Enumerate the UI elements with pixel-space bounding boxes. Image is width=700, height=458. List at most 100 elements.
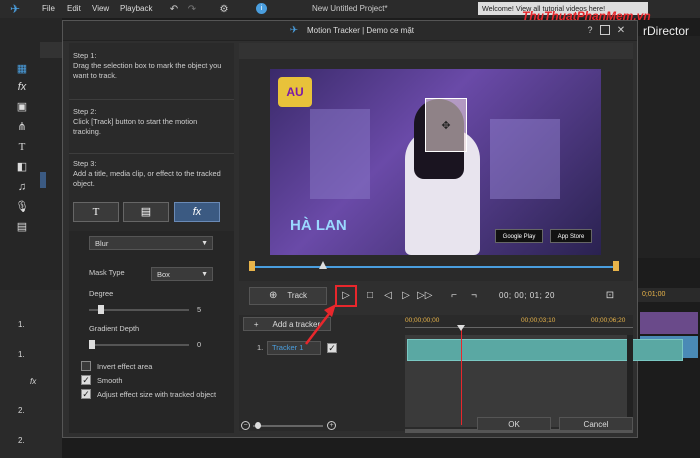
degree-slider[interactable]: [89, 305, 189, 315]
add-media-button[interactable]: ▤: [123, 202, 169, 222]
ruler-mark: 00;00;03;10: [521, 317, 556, 324]
step-heading: Step 1:: [73, 51, 97, 60]
zoom-out-icon[interactable]: −: [241, 421, 250, 430]
dialog-title-bar: ✈ Motion Tracker | Demo ce mặt ? ✕: [63, 21, 637, 41]
mask-type-dropdown[interactable]: Box ▼: [151, 267, 213, 281]
playhead-handle[interactable]: [457, 325, 465, 331]
move-crosshair-icon[interactable]: ✥: [440, 119, 452, 132]
previous-frame-button[interactable]: ◁: [381, 289, 395, 303]
fast-forward-button[interactable]: ▷▷: [417, 289, 432, 303]
slider-thumb[interactable]: [89, 340, 95, 349]
step-text: Drag the selection box to mark the objec…: [73, 61, 222, 80]
range-end-marker[interactable]: [613, 261, 619, 271]
video-clip-thumbnail[interactable]: [640, 312, 698, 334]
tracking-selection-box[interactable]: ✥: [425, 98, 467, 152]
menu-playback[interactable]: Playback: [120, 4, 152, 13]
mark-out-button[interactable]: ¬: [467, 289, 481, 303]
ok-button[interactable]: OK: [477, 417, 551, 431]
zoom-in-icon[interactable]: +: [327, 421, 336, 430]
step-text: Add a title, media clip, or effect to th…: [73, 169, 221, 188]
zoom-slider-thumb[interactable]: [255, 422, 261, 429]
ruler-mark: 0;01;00: [642, 291, 666, 298]
invert-effect-option[interactable]: Invert effect area: [81, 361, 231, 373]
range-start-marker[interactable]: [249, 261, 255, 271]
degree-label: Degree: [89, 289, 114, 298]
google-play-badge: Google Play: [495, 229, 543, 243]
mask-type-label: Mask Type: [89, 268, 125, 277]
scrubber-track: [249, 266, 619, 268]
invert-effect-label: Invert effect area: [97, 362, 153, 371]
help-icon[interactable]: ?: [585, 25, 595, 35]
timeline-ruler: 00;00;00;00 00;00;03;10 00;00;06;20: [405, 317, 633, 333]
menu-file[interactable]: File: [42, 4, 55, 13]
app-logo-icon: ✈: [9, 2, 21, 16]
smooth-option[interactable]: ✓ Smooth: [81, 375, 231, 387]
ruler-baseline: [405, 327, 633, 328]
title-room-icon[interactable]: T: [14, 140, 30, 154]
timeline-vertical-scrollbar[interactable]: [627, 335, 633, 427]
preview-scrubber[interactable]: [249, 261, 619, 273]
slider-thumb[interactable]: [98, 305, 104, 314]
project-title: New Untitled Project*: [312, 4, 388, 13]
track-headers: 1. 1. fx 2. 2.: [0, 290, 62, 458]
adjust-size-option[interactable]: ✓ Adjust effect size with tracked object: [81, 389, 233, 401]
effect-dropdown-value: Blur: [95, 239, 109, 248]
right-panel: [638, 36, 700, 258]
invert-effect-checkbox[interactable]: [81, 361, 91, 371]
smooth-label: Smooth: [97, 376, 123, 385]
snapshot-icon[interactable]: ⊡: [603, 289, 617, 303]
adjust-size-checkbox[interactable]: ✓: [81, 389, 91, 399]
steps-panel: Step 1: Drag the selection box to mark t…: [69, 43, 234, 433]
particle-room-icon[interactable]: ⋔: [14, 120, 30, 134]
stage-light: [310, 109, 370, 199]
divider: [69, 153, 234, 154]
gradient-depth-slider[interactable]: [89, 340, 189, 350]
target-icon: ⊕: [268, 290, 278, 301]
undo-icon[interactable]: ↶: [168, 3, 180, 15]
chevron-down-icon: ▼: [201, 240, 208, 247]
plus-icon: +: [253, 320, 259, 329]
media-room-icon[interactable]: ▦: [14, 62, 30, 76]
track-label: 1.: [18, 320, 25, 329]
effect-dropdown[interactable]: Blur ▼: [89, 236, 213, 250]
fx-room-icon[interactable]: fx: [14, 80, 30, 94]
voice-room-icon[interactable]: 🎙: [14, 200, 30, 214]
settings-icon[interactable]: ⚙: [218, 3, 230, 15]
redo-icon[interactable]: ↷: [186, 3, 198, 15]
track-button-label: Track: [287, 291, 308, 300]
sidebar-expand-arrow-icon[interactable]: [40, 172, 46, 188]
preview-header-bar: [239, 43, 633, 59]
fx-track-icon: fx: [30, 377, 37, 386]
add-title-button[interactable]: T: [73, 202, 119, 222]
ruler-mark: 00;00;06;20: [591, 317, 626, 324]
menu-edit[interactable]: Edit: [67, 4, 81, 13]
mark-in-button[interactable]: ⌐: [447, 289, 461, 303]
tracker-clip[interactable]: [407, 339, 683, 361]
smooth-checkbox[interactable]: ✓: [81, 375, 91, 385]
help-icon[interactable]: i: [256, 3, 267, 14]
stop-button[interactable]: □: [363, 289, 377, 303]
restore-icon[interactable]: [600, 25, 610, 35]
transition-room-icon[interactable]: ◧: [14, 160, 30, 174]
timeline-playhead[interactable]: [461, 327, 462, 425]
chapter-room-icon[interactable]: ▤: [14, 220, 30, 234]
zoom-slider[interactable]: [253, 425, 323, 427]
video-preview[interactable]: ✥ AU HÀ LAN Google Play App Store: [270, 69, 601, 255]
menu-view[interactable]: View: [92, 4, 109, 13]
step-heading: Step 3:: [73, 159, 97, 168]
gradient-depth-value: 0: [197, 340, 202, 349]
show-title-text: HÀ LAN: [290, 217, 347, 234]
sidebar-media-tab[interactable]: [40, 42, 62, 58]
divider: [69, 99, 234, 100]
step-text: Click [Track] button to start the motion…: [73, 117, 198, 136]
playhead-marker[interactable]: [319, 261, 327, 269]
cancel-button[interactable]: Cancel: [559, 417, 633, 431]
tracker-timeline: + Add a tracker 00;00;00;00 00;00;03;10 0…: [239, 315, 683, 431]
add-effect-button[interactable]: fx: [174, 202, 220, 222]
mask-type-value: Box: [157, 270, 170, 279]
pip-room-icon[interactable]: ▣: [14, 100, 30, 114]
next-frame-button[interactable]: ▷: [399, 289, 413, 303]
app-store-badge: App Store: [550, 229, 592, 243]
audio-room-icon[interactable]: ♫: [14, 180, 30, 194]
close-icon[interactable]: ✕: [615, 24, 627, 36]
